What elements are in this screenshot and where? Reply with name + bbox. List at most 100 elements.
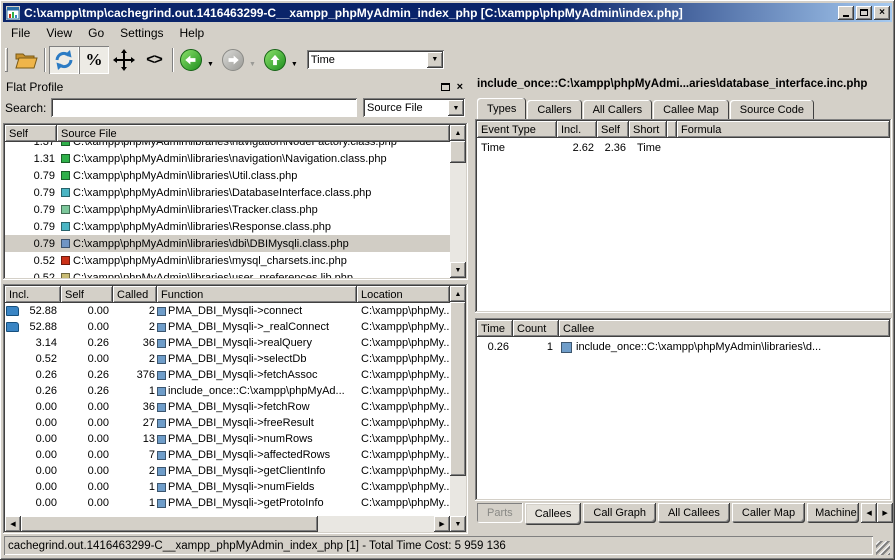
scrollbar-thumb[interactable] [450, 141, 466, 163]
function-row[interactable]: 0.260.26376PMA_DBI_Mysqli->fetchAssocC:\… [5, 367, 450, 383]
resize-grip-icon[interactable] [876, 541, 890, 555]
scrollbar-thumb[interactable] [450, 302, 466, 476]
tab-machine[interactable]: Machine [807, 503, 859, 523]
column-header-location[interactable]: Location [357, 286, 450, 303]
maximize-button[interactable] [856, 6, 872, 20]
scroll-right-icon[interactable]: ▶ [434, 516, 450, 532]
column-header-spacer[interactable] [667, 121, 677, 138]
callee-row[interactable]: 0.26 1 include_once::C:\xampp\phpMyAdmin… [477, 339, 890, 355]
column-header-incl[interactable]: Incl. [5, 286, 61, 303]
menu-help[interactable]: Help [172, 24, 213, 42]
title-bar[interactable]: C:\xampp\tmp\cachegrind.out.1416463299-C… [3, 3, 892, 22]
function-row[interactable]: 0.260.261include_once::C:\xampp\phpMyAd.… [5, 383, 450, 399]
column-header-time[interactable]: Time [477, 320, 513, 337]
source-file-row[interactable]: 0.79C:\xampp\phpMyAdmin\libraries\Respon… [5, 218, 450, 235]
scrollbar-track[interactable] [21, 516, 434, 532]
cycle-grouping-button[interactable] [49, 46, 79, 74]
open-file-button[interactable] [11, 46, 41, 74]
source-file-row[interactable]: 0.79C:\xampp\phpMyAdmin\libraries\Tracke… [5, 201, 450, 218]
function-vertical-scrollbar[interactable]: ▲ ▼ [450, 286, 466, 532]
column-header-incl[interactable]: Incl. [557, 121, 597, 138]
source-file-row[interactable]: 0.52C:\xampp\phpMyAdmin\libraries\mysql_… [5, 252, 450, 269]
tab-callees[interactable]: Callees [525, 503, 582, 525]
function-horizontal-scrollbar[interactable]: ◀ ▶ [5, 516, 450, 532]
scroll-left-icon[interactable]: ◀ [5, 516, 21, 532]
tab-caller-map[interactable]: Caller Map [732, 503, 805, 523]
tab-scroll-left-icon[interactable]: ◀ [861, 503, 877, 523]
forward-dropdown-caret[interactable]: ▼ [249, 61, 256, 68]
scrollbar-track[interactable] [450, 302, 466, 516]
function-row[interactable]: 0.000.001PMA_DBI_Mysqli->getProtoInfoC:\… [5, 495, 450, 511]
forward-button[interactable] [220, 46, 246, 74]
tab-call-graph[interactable]: Call Graph [583, 503, 656, 523]
tab-types[interactable]: Types [477, 98, 526, 119]
column-header-self[interactable]: Self [61, 286, 113, 303]
scroll-up-icon[interactable]: ▲ [450, 125, 466, 141]
source-file-path: C:\xampp\phpMyAdmin\libraries\Util.class… [73, 170, 297, 182]
relative-percent-button[interactable]: % [79, 46, 109, 74]
scroll-down-icon[interactable]: ▼ [450, 262, 466, 278]
column-header-count[interactable]: Count [513, 320, 559, 337]
column-header-event-type[interactable]: Event Type [477, 121, 557, 138]
source-file-row[interactable]: 0.79C:\xampp\phpMyAdmin\libraries\dbi\DB… [5, 235, 450, 252]
scroll-down-icon[interactable]: ▼ [450, 516, 466, 532]
source-vertical-scrollbar[interactable]: ▲ ▼ [450, 125, 466, 278]
function-row[interactable]: 52.880.002PMA_DBI_Mysqli->connectC:\xamp… [5, 303, 450, 319]
tab-source-code[interactable]: Source Code [730, 100, 814, 119]
tab-all-callees[interactable]: All Callees [658, 503, 730, 523]
source-file-row[interactable]: 0.79C:\xampp\phpMyAdmin\libraries\Util.c… [5, 167, 450, 184]
tab-callers[interactable]: Callers [527, 100, 581, 119]
function-row[interactable]: 52.880.002PMA_DBI_Mysqli->_realConnectC:… [5, 319, 450, 335]
function-row[interactable]: 3.140.2636PMA_DBI_Mysqli->realQueryC:\xa… [5, 335, 450, 351]
source-file-row[interactable]: 0.52C:\xampp\phpMyAdmin\libraries\user_p… [5, 269, 450, 278]
float-dock-icon[interactable] [441, 83, 450, 91]
event-type-row[interactable]: Time 2.62 2.36 Time [477, 140, 890, 156]
back-button[interactable] [178, 46, 204, 74]
source-file-row[interactable]: 1.31C:\xampp\phpMyAdmin\libraries\naviga… [5, 150, 450, 167]
column-header-called[interactable]: Called [113, 286, 157, 303]
scrollbar-thumb[interactable] [21, 516, 318, 532]
scroll-up-icon[interactable]: ▲ [450, 286, 466, 302]
column-header-short[interactable]: Short [629, 121, 667, 138]
function-row[interactable]: 0.000.002PMA_DBI_Mysqli->getClientInfoC:… [5, 463, 450, 479]
function-row[interactable]: 0.000.0013PMA_DBI_Mysqli->numRowsC:\xamp… [5, 431, 450, 447]
column-header-function[interactable]: Function [157, 286, 357, 303]
tab-all-callers[interactable]: All Callers [583, 100, 653, 119]
function-row[interactable]: 0.000.007PMA_DBI_Mysqli->affectedRowsC:\… [5, 447, 450, 463]
up-button[interactable] [262, 46, 288, 74]
function-row[interactable]: 0.000.0036PMA_DBI_Mysqli->fetchRowC:\xam… [5, 399, 450, 415]
column-header-self[interactable]: Self [5, 125, 57, 142]
close-button[interactable]: × [874, 6, 890, 20]
toolbar-grip[interactable] [5, 48, 8, 72]
menu-settings[interactable]: Settings [112, 24, 171, 42]
column-header-formula[interactable]: Formula [677, 121, 890, 138]
event-type-select[interactable]: Time ▼ [307, 50, 445, 70]
back-dropdown-caret[interactable]: ▼ [207, 61, 214, 68]
expand-areas-button[interactable] [109, 46, 139, 74]
combo-dropdown-icon[interactable]: ▼ [448, 100, 464, 116]
menu-view[interactable]: View [38, 24, 80, 42]
grouping-select[interactable]: Source File ▼ [363, 98, 466, 118]
combo-dropdown-icon[interactable]: ▼ [427, 52, 443, 68]
tab-scroll-right-icon[interactable]: ▶ [877, 503, 893, 523]
minimize-button[interactable] [838, 6, 854, 20]
menu-go[interactable]: Go [80, 24, 112, 42]
function-row[interactable]: 0.520.002PMA_DBI_Mysqli->selectDbC:\xamp… [5, 351, 450, 367]
function-row[interactable]: 0.000.0027PMA_DBI_Mysqli->freeResultC:\x… [5, 415, 450, 431]
tab-parts[interactable]: Parts [477, 503, 523, 523]
column-header-source-file[interactable]: Source File [57, 125, 450, 142]
source-file-row[interactable]: 0.79C:\xampp\phpMyAdmin\libraries\Databa… [5, 184, 450, 201]
menu-file[interactable]: File [3, 24, 38, 42]
percent-icon: % [86, 50, 103, 70]
dock-close-icon[interactable]: × [457, 81, 463, 93]
source-file-row[interactable]: 1.37C:\xampp\phpMyAdmin\libraries\naviga… [5, 142, 450, 150]
shorten-templates-button[interactable]: <> [139, 46, 169, 74]
tab-callee-map[interactable]: Callee Map [653, 100, 729, 119]
column-header-self[interactable]: Self [597, 121, 629, 138]
scrollbar-track[interactable] [450, 141, 466, 262]
search-input[interactable] [51, 98, 358, 118]
up-dropdown-caret[interactable]: ▼ [291, 61, 298, 68]
function-row[interactable]: 0.000.001PMA_DBI_Mysqli->numFieldsC:\xam… [5, 479, 450, 495]
function-name: PMA_DBI_Mysqli->connect [168, 305, 302, 317]
column-header-callee[interactable]: Callee [559, 320, 890, 337]
